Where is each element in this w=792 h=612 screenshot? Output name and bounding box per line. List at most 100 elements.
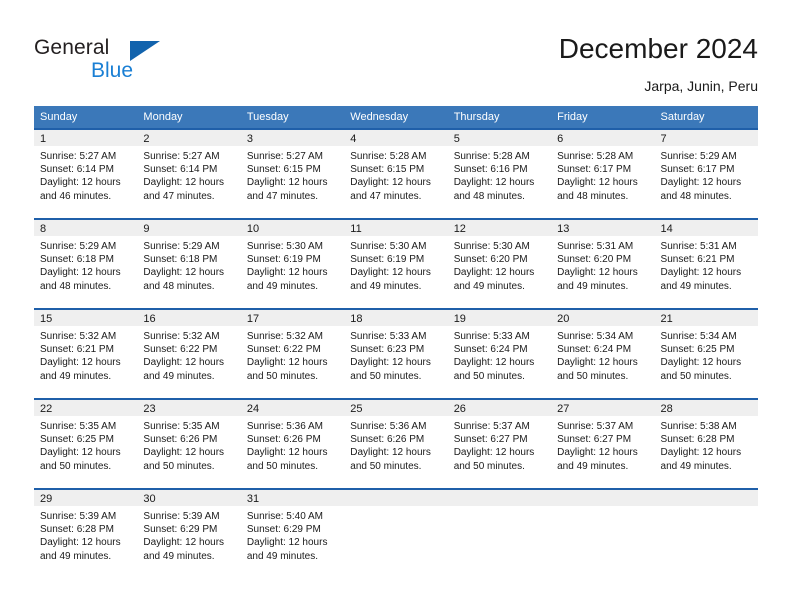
day-number: 3: [240, 128, 345, 146]
daylight-text-line2: and 49 minutes.: [143, 370, 215, 382]
calendar-day-cell[interactable]: 22 Sunrise: 5:35 AM Sunset: 6:25 PM Dayligh…: [34, 398, 138, 488]
calendar-day-cell[interactable]: 4 Sunrise: 5:28 AM Sunset: 6:15 PM Daylight…: [344, 128, 448, 218]
calendar-day-cell[interactable]: 31 Sunrise: 5:40 AM Sunset: 6:29 PM Dayligh…: [240, 488, 345, 578]
daylight-text-line1: Daylight: 12 hours: [246, 537, 328, 549]
calendar-day-cell[interactable]: 30 Sunrise: 5:39 AM Sunset: 6:29 PM Dayligh…: [137, 488, 241, 578]
calendar-day-cell[interactable]: 1 Sunrise: 5:27 AM Sunset: 6:14 PM Daylight…: [34, 128, 138, 218]
day-number: 30: [137, 488, 241, 506]
calendar-day-cell[interactable]: 17 Sunrise: 5:32 AM Sunset: 6:22 PM Dayligh…: [240, 308, 345, 398]
calendar-day-cell[interactable]: 19 Sunrise: 5:33 AM Sunset: 6:24 PM Dayligh…: [447, 308, 552, 398]
day-number: 5: [447, 128, 552, 146]
weekday-header-friday: Friday: [551, 106, 655, 128]
sunset-text: Sunset: 6:22 PM: [143, 344, 218, 356]
calendar-day-cell[interactable]: 7 Sunrise: 5:29 AM Sunset: 6:17 PM Daylight…: [654, 128, 758, 218]
calendar-day-cell[interactable]: 25 Sunrise: 5:36 AM Sunset: 6:26 PM Dayligh…: [344, 398, 448, 488]
day-number: 13: [551, 218, 655, 236]
daylight-text-line1: Daylight: 12 hours: [40, 447, 121, 459]
daylight-text-line2: and 48 minutes.: [40, 280, 112, 292]
sunset-text: Sunset: 6:17 PM: [557, 164, 632, 176]
calendar-day-cell[interactable]: 11 Sunrise: 5:30 AM Sunset: 6:19 PM Dayligh…: [344, 218, 448, 308]
calendar-day-cell[interactable]: 20 Sunrise: 5:34 AM Sunset: 6:24 PM Dayligh…: [551, 308, 655, 398]
daylight-text-line1: Daylight: 12 hours: [246, 267, 328, 279]
calendar-day-cell[interactable]: 3 Sunrise: 5:27 AM Sunset: 6:15 PM Daylight…: [240, 128, 345, 218]
daylight-text-line2: and 50 minutes.: [660, 370, 732, 382]
day-details: Sunrise: 5:28 AM Sunset: 6:15 PM Daylight:…: [344, 146, 447, 203]
calendar-day-cell[interactable]: 23 Sunrise: 5:35 AM Sunset: 6:26 PM Dayligh…: [137, 398, 241, 488]
sunrise-text: Sunrise: 5:30 AM: [246, 241, 323, 252]
calendar-day-cell[interactable]: 16 Sunrise: 5:32 AM Sunset: 6:22 PM Dayligh…: [137, 308, 241, 398]
calendar-day-cell[interactable]: 13 Sunrise: 5:31 AM Sunset: 6:20 PM Dayligh…: [551, 218, 655, 308]
daylight-text-line2: and 50 minutes.: [246, 460, 319, 472]
calendar-day-cell[interactable]: 26 Sunrise: 5:37 AM Sunset: 6:27 PM Dayligh…: [447, 398, 552, 488]
daylight-text-line1: Daylight: 12 hours: [453, 267, 535, 279]
daylight-text-line1: Daylight: 12 hours: [557, 447, 638, 459]
sunrise-text: Sunrise: 5:27 AM: [143, 151, 220, 162]
calendar-day-cell[interactable]: 24 Sunrise: 5:36 AM Sunset: 6:26 PM Dayligh…: [240, 398, 345, 488]
day-number: 27: [551, 398, 655, 416]
calendar-week-row: 22 Sunrise: 5:35 AM Sunset: 6:25 PM Dayligh…: [34, 398, 758, 488]
calendar-day-cell[interactable]: 9 Sunrise: 5:29 AM Sunset: 6:18 PM Daylight…: [137, 218, 241, 308]
calendar-day-cell[interactable]: 6 Sunrise: 5:28 AM Sunset: 6:17 PM Daylight…: [551, 128, 655, 218]
day-number: [551, 488, 655, 506]
day-details: Sunrise: 5:34 AM Sunset: 6:25 PM Daylight:…: [655, 326, 758, 383]
daylight-text-line1: Daylight: 12 hours: [143, 357, 225, 369]
sunset-text: Sunset: 6:29 PM: [143, 524, 218, 536]
calendar-day-cell[interactable]: 8 Sunrise: 5:29 AM Sunset: 6:18 PM Daylight…: [34, 218, 138, 308]
daylight-text-line2: and 47 minutes.: [143, 190, 215, 202]
day-number: 20: [551, 308, 655, 326]
calendar-day-cell[interactable]: 14 Sunrise: 5:31 AM Sunset: 6:21 PM Dayligh…: [654, 218, 758, 308]
calendar-day-cell[interactable]: 10 Sunrise: 5:30 AM Sunset: 6:19 PM Dayligh…: [240, 218, 345, 308]
generalblue-logo[interactable]: General Blue: [34, 36, 234, 90]
calendar-day-cell-empty: [447, 488, 552, 578]
sunrise-text: Sunrise: 5:33 AM: [453, 331, 530, 342]
sunrise-text: Sunrise: 5:33 AM: [350, 331, 427, 342]
day-details: Sunrise: 5:35 AM Sunset: 6:26 PM Daylight:…: [137, 416, 240, 473]
calendar-day-cell[interactable]: 5 Sunrise: 5:28 AM Sunset: 6:16 PM Daylight…: [447, 128, 552, 218]
sunset-text: Sunset: 6:28 PM: [40, 524, 114, 536]
daylight-text-line2: and 50 minutes.: [453, 460, 525, 472]
day-details: Sunrise: 5:30 AM Sunset: 6:19 PM Daylight:…: [241, 236, 344, 293]
weekday-header-thursday: Thursday: [447, 106, 552, 128]
day-number: 7: [654, 128, 758, 146]
sunset-text: Sunset: 6:18 PM: [40, 254, 114, 266]
calendar-day-cell[interactable]: 18 Sunrise: 5:33 AM Sunset: 6:23 PM Dayligh…: [344, 308, 448, 398]
daylight-text-line2: and 49 minutes.: [557, 280, 629, 292]
day-details: Sunrise: 5:28 AM Sunset: 6:16 PM Daylight:…: [448, 146, 551, 203]
day-details: Sunrise: 5:34 AM Sunset: 6:24 PM Daylight:…: [551, 326, 654, 383]
day-number: 1: [34, 128, 138, 146]
calendar-week-row: 29 Sunrise: 5:39 AM Sunset: 6:28 PM Dayligh…: [34, 488, 758, 578]
page-header: General Blue December 2024 Jarpa, Junin,…: [0, 0, 792, 100]
daylight-text-line2: and 50 minutes.: [557, 370, 629, 382]
calendar-day-cell[interactable]: 2 Sunrise: 5:27 AM Sunset: 6:14 PM Daylight…: [137, 128, 241, 218]
sunrise-text: Sunrise: 5:27 AM: [40, 151, 117, 162]
sunset-text: Sunset: 6:19 PM: [246, 254, 321, 266]
sunrise-text: Sunrise: 5:37 AM: [453, 421, 530, 432]
calendar-day-cell[interactable]: 21 Sunrise: 5:34 AM Sunset: 6:25 PM Dayligh…: [654, 308, 758, 398]
day-number: 21: [654, 308, 758, 326]
daylight-text-line1: Daylight: 12 hours: [557, 267, 638, 279]
calendar-day-cell[interactable]: 28 Sunrise: 5:38 AM Sunset: 6:28 PM Dayligh…: [654, 398, 758, 488]
calendar-day-cell[interactable]: 15 Sunrise: 5:32 AM Sunset: 6:21 PM Dayligh…: [34, 308, 138, 398]
sunrise-text: Sunrise: 5:35 AM: [40, 421, 117, 432]
day-number: 28: [654, 398, 758, 416]
day-details: Sunrise: 5:29 AM Sunset: 6:18 PM Daylight:…: [137, 236, 240, 293]
weekday-header-tuesday: Tuesday: [240, 106, 345, 128]
calendar-day-cell[interactable]: 29 Sunrise: 5:39 AM Sunset: 6:28 PM Dayligh…: [34, 488, 138, 578]
sunset-text: Sunset: 6:17 PM: [660, 164, 735, 176]
sunrise-text: Sunrise: 5:28 AM: [350, 151, 427, 162]
sunset-text: Sunset: 6:22 PM: [246, 344, 321, 356]
calendar-day-cell-empty: [654, 488, 758, 578]
sunrise-text: Sunrise: 5:27 AM: [246, 151, 323, 162]
calendar-week-row: 8 Sunrise: 5:29 AM Sunset: 6:18 PM Daylight…: [34, 218, 758, 308]
sunrise-text: Sunrise: 5:39 AM: [143, 511, 220, 522]
daylight-text-line2: and 49 minutes.: [453, 280, 525, 292]
calendar-header-row: Sunday Monday Tuesday Wednesday Thursday…: [34, 106, 758, 128]
day-details: Sunrise: 5:28 AM Sunset: 6:17 PM Daylight:…: [551, 146, 654, 203]
calendar-day-cell[interactable]: 27 Sunrise: 5:37 AM Sunset: 6:27 PM Dayligh…: [551, 398, 655, 488]
daylight-text-line1: Daylight: 12 hours: [453, 357, 535, 369]
day-details: Sunrise: 5:40 AM Sunset: 6:29 PM Daylight:…: [241, 506, 344, 563]
calendar-day-cell[interactable]: 12 Sunrise: 5:30 AM Sunset: 6:20 PM Dayligh…: [447, 218, 552, 308]
daylight-text-line1: Daylight: 12 hours: [143, 447, 225, 459]
day-details: Sunrise: 5:36 AM Sunset: 6:26 PM Daylight:…: [344, 416, 447, 473]
day-number: 8: [34, 218, 138, 236]
